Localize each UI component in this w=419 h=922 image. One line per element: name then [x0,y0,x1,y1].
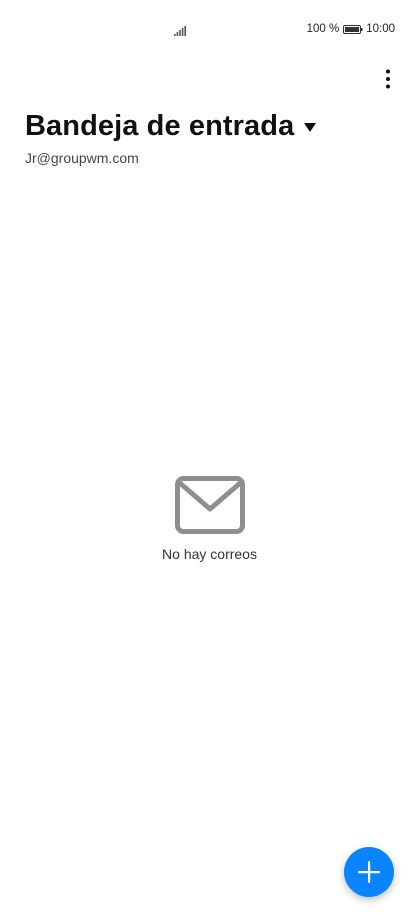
email-inbox-screen: 100 % 10:00 Bandeja de entrada Jr@groupw… [0,0,419,922]
mailbox-header: Bandeja de entrada Jr@groupwm.com [25,106,317,166]
status-bar: 100 % 10:00 [0,0,419,62]
mail-icon [174,476,245,534]
mailbox-selector[interactable]: Bandeja de entrada [25,106,317,146]
more-options-button[interactable] [374,64,402,94]
page-title: Bandeja de entrada [25,110,295,142]
empty-message: No hay correos [162,546,257,562]
compose-button[interactable] [344,847,394,897]
account-email: Jr@groupwm.com [25,150,139,166]
signal-icon [174,26,186,36]
caret-down-icon [304,122,317,132]
more-vertical-icon [386,69,390,89]
plus-icon [358,861,380,883]
battery-icon [343,24,363,34]
empty-state: No hay correos [0,476,419,562]
clock: 10:00 [366,23,395,35]
status-right-group: 100 % 10:00 [307,23,395,35]
battery-percent: 100 % [306,23,340,35]
